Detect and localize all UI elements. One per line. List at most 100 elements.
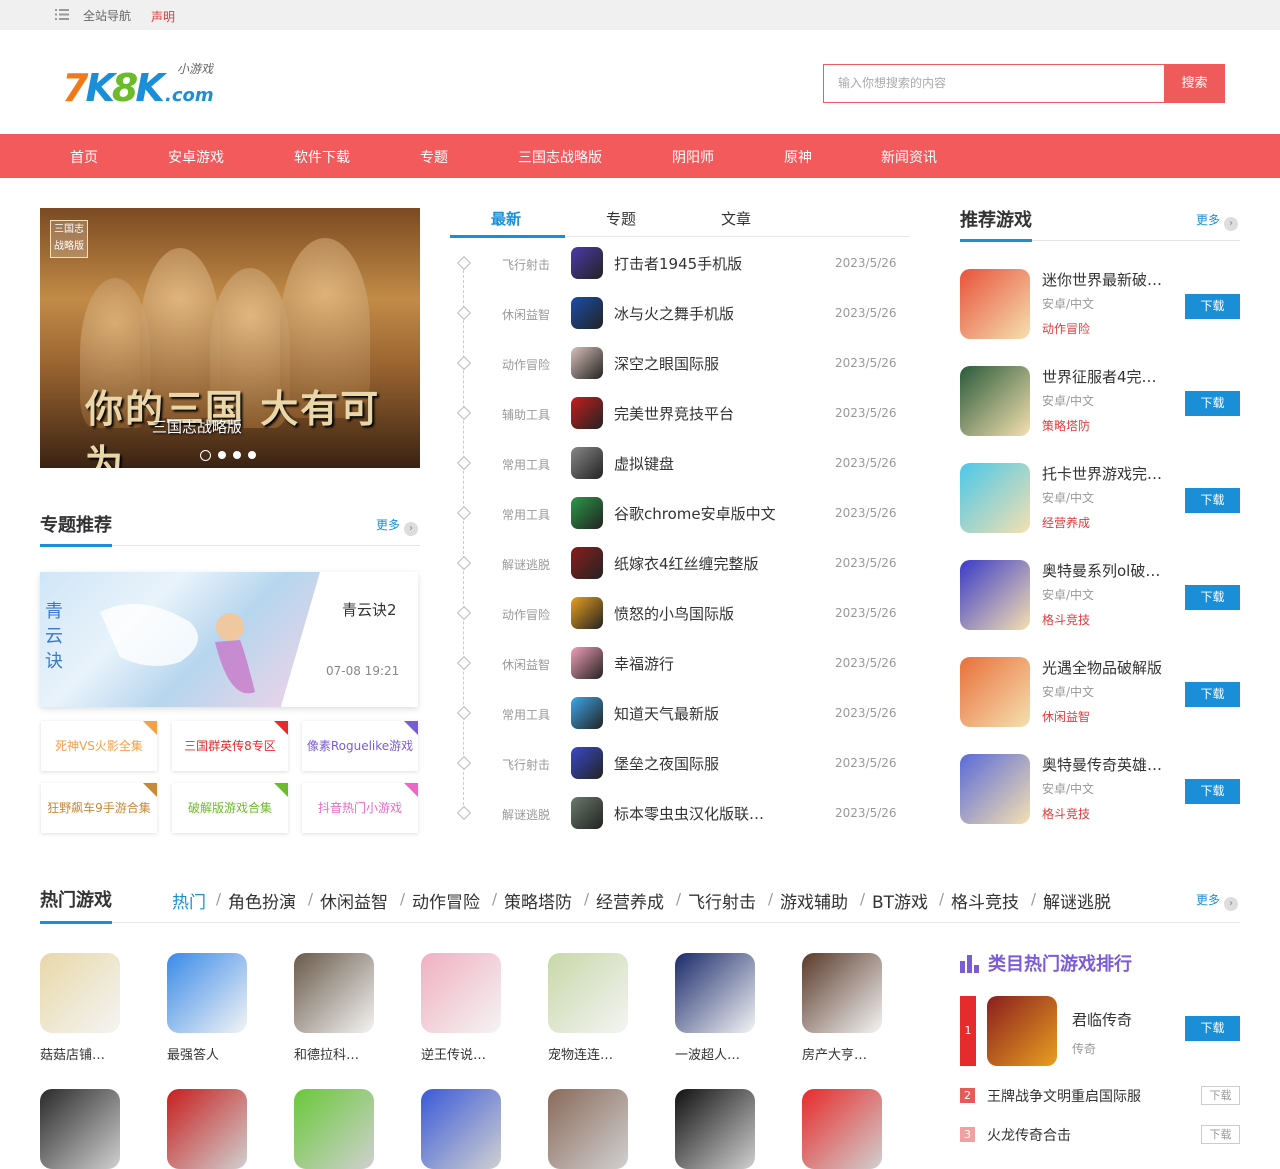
- game-icon[interactable]: [421, 1089, 501, 1169]
- tab-latest[interactable]: 最新: [491, 208, 521, 229]
- game-icon[interactable]: [571, 797, 603, 829]
- special-tag[interactable]: 破解版游戏合集: [172, 783, 288, 833]
- game-icon[interactable]: [960, 463, 1030, 533]
- news-category[interactable]: 动作冒险: [502, 356, 550, 373]
- game-icon[interactable]: [675, 1089, 755, 1169]
- news-title[interactable]: 愤怒的小鸟国际版: [614, 603, 734, 624]
- news-category[interactable]: 飞行射击: [502, 256, 550, 273]
- hot-tab[interactable]: 角色扮演: [228, 888, 296, 913]
- hot-game[interactable]: 逆王传说…: [421, 953, 501, 1063]
- hot-game[interactable]: [548, 1089, 628, 1169]
- news-title[interactable]: 纸嫁衣4红丝缠完整版: [614, 553, 759, 574]
- nav-item-software[interactable]: 软件下载: [294, 147, 350, 167]
- news-item[interactable]: 辅助工具 完美世界竞技平台 2023/5/26: [455, 388, 905, 438]
- hot-game[interactable]: [40, 1089, 120, 1169]
- ranking-top-item[interactable]: 1 君临传奇 传奇 下载: [960, 996, 1240, 1066]
- game-category[interactable]: 经营养成: [1042, 514, 1090, 531]
- game-name[interactable]: 一波超人…: [675, 1044, 755, 1063]
- news-title[interactable]: 堡垒之夜国际服: [614, 753, 719, 774]
- nav-item-sanguo[interactable]: 三国志战略版: [518, 147, 602, 167]
- game-icon[interactable]: [167, 1089, 247, 1169]
- special-tag[interactable]: 死神VS火影全集: [41, 721, 157, 771]
- hot-game[interactable]: [167, 1089, 247, 1169]
- news-item[interactable]: 休闲益智 冰与火之舞手机版 2023/5/26: [455, 288, 905, 338]
- news-category[interactable]: 休闲益智: [502, 656, 550, 673]
- game-name[interactable]: 世界征服者4完…: [1042, 366, 1157, 387]
- special-tag[interactable]: 三国群英传8专区: [172, 721, 288, 771]
- hot-tab[interactable]: 热门: [172, 888, 206, 913]
- game-icon[interactable]: [571, 397, 603, 429]
- hot-game[interactable]: 房产大亨…: [802, 953, 882, 1063]
- site-nav-link[interactable]: 全站导航: [83, 7, 131, 24]
- hot-tab[interactable]: 经营养成: [596, 888, 664, 913]
- special-tag[interactable]: 狂野飙车9手游合集: [41, 783, 157, 833]
- game-icon[interactable]: [571, 497, 603, 529]
- news-item[interactable]: 动作冒险 深空之眼国际服 2023/5/26: [455, 338, 905, 388]
- special-more-link[interactable]: 更多 ›: [376, 514, 419, 536]
- special-card-title[interactable]: 青云诀2: [342, 599, 397, 620]
- game-category[interactable]: 策略塔防: [1042, 417, 1090, 434]
- hot-game[interactable]: [421, 1089, 501, 1169]
- ranking-item[interactable]: 2 王牌战争文明重启国际服 下载: [960, 1086, 1240, 1106]
- news-title[interactable]: 幸福游行: [614, 653, 674, 674]
- game-icon[interactable]: [571, 547, 603, 579]
- news-category[interactable]: 辅助工具: [502, 406, 550, 423]
- carousel-dot[interactable]: [248, 451, 256, 459]
- nav-item-topics[interactable]: 专题: [420, 147, 448, 167]
- site-logo[interactable]: 7K8K .com 小游戏: [62, 58, 222, 110]
- game-icon[interactable]: [548, 1089, 628, 1169]
- game-icon[interactable]: [571, 747, 603, 779]
- news-category[interactable]: 解谜逃脱: [502, 556, 550, 573]
- hot-tab[interactable]: 格斗竞技: [951, 888, 1019, 913]
- news-category[interactable]: 常用工具: [502, 456, 550, 473]
- hot-game[interactable]: 和德拉科…: [294, 953, 374, 1063]
- hot-tab[interactable]: BT游戏: [872, 888, 928, 913]
- news-item[interactable]: 常用工具 知道天气最新版 2023/5/26: [455, 688, 905, 738]
- download-button[interactable]: 下载: [1201, 1125, 1240, 1144]
- game-category[interactable]: 格斗竞技: [1042, 611, 1090, 628]
- game-icon[interactable]: [960, 366, 1030, 436]
- download-button[interactable]: 下载: [1201, 1086, 1240, 1105]
- hot-game[interactable]: [294, 1089, 374, 1169]
- game-icon[interactable]: [960, 657, 1030, 727]
- hot-game[interactable]: [675, 1089, 755, 1169]
- menu-icon[interactable]: [55, 9, 69, 20]
- news-item[interactable]: 动作冒险 愤怒的小鸟国际版 2023/5/26: [455, 588, 905, 638]
- download-button[interactable]: 下载: [1185, 1016, 1240, 1041]
- game-icon[interactable]: [802, 953, 882, 1033]
- recommend-more-link[interactable]: 更多 ›: [1196, 209, 1239, 231]
- game-icon[interactable]: [802, 1089, 882, 1169]
- game-icon[interactable]: [571, 597, 603, 629]
- news-category[interactable]: 常用工具: [502, 506, 550, 523]
- special-tag[interactable]: 像素Roguelike游戏: [302, 721, 418, 771]
- hot-game[interactable]: 最强答人: [167, 953, 247, 1063]
- game-name[interactable]: 托卡世界游戏完…: [1042, 463, 1162, 484]
- game-icon[interactable]: [294, 953, 374, 1033]
- game-icon[interactable]: [421, 953, 501, 1033]
- news-item[interactable]: 解谜逃脱 纸嫁衣4红丝缠完整版 2023/5/26: [455, 538, 905, 588]
- news-item[interactable]: 常用工具 谷歌chrome安卓版中文 2023/5/26: [455, 488, 905, 538]
- hot-game[interactable]: 一波超人…: [675, 953, 755, 1063]
- game-icon[interactable]: [960, 269, 1030, 339]
- search-input[interactable]: 输入你想搜索的内容: [823, 64, 1165, 103]
- game-category[interactable]: 格斗竞技: [1042, 805, 1090, 822]
- game-name[interactable]: 宠物连连…: [548, 1044, 628, 1063]
- game-icon[interactable]: [167, 953, 247, 1033]
- news-title[interactable]: 打击者1945手机版: [614, 253, 742, 274]
- tab-articles[interactable]: 文章: [721, 208, 751, 229]
- news-category[interactable]: 常用工具: [502, 706, 550, 723]
- notice-link[interactable]: 声明: [151, 8, 175, 25]
- game-icon[interactable]: [571, 297, 603, 329]
- news-item[interactable]: 飞行射击 打击者1945手机版 2023/5/26: [455, 238, 905, 288]
- game-name[interactable]: 光遇全物品破解版: [1042, 657, 1162, 678]
- nav-item-android-games[interactable]: 安卓游戏: [168, 147, 224, 167]
- nav-item-news[interactable]: 新闻资讯: [881, 147, 937, 167]
- game-icon[interactable]: [960, 560, 1030, 630]
- hot-tab[interactable]: 游戏辅助: [780, 888, 848, 913]
- game-icon[interactable]: [548, 953, 628, 1033]
- special-tag[interactable]: 抖音热门小游戏: [302, 783, 418, 833]
- game-icon[interactable]: [294, 1089, 374, 1169]
- rank-game-name[interactable]: 火龙传奇合击: [987, 1125, 1071, 1145]
- nav-item-onmyoji[interactable]: 阴阳师: [672, 147, 714, 167]
- hot-game[interactable]: 宠物连连…: [548, 953, 628, 1063]
